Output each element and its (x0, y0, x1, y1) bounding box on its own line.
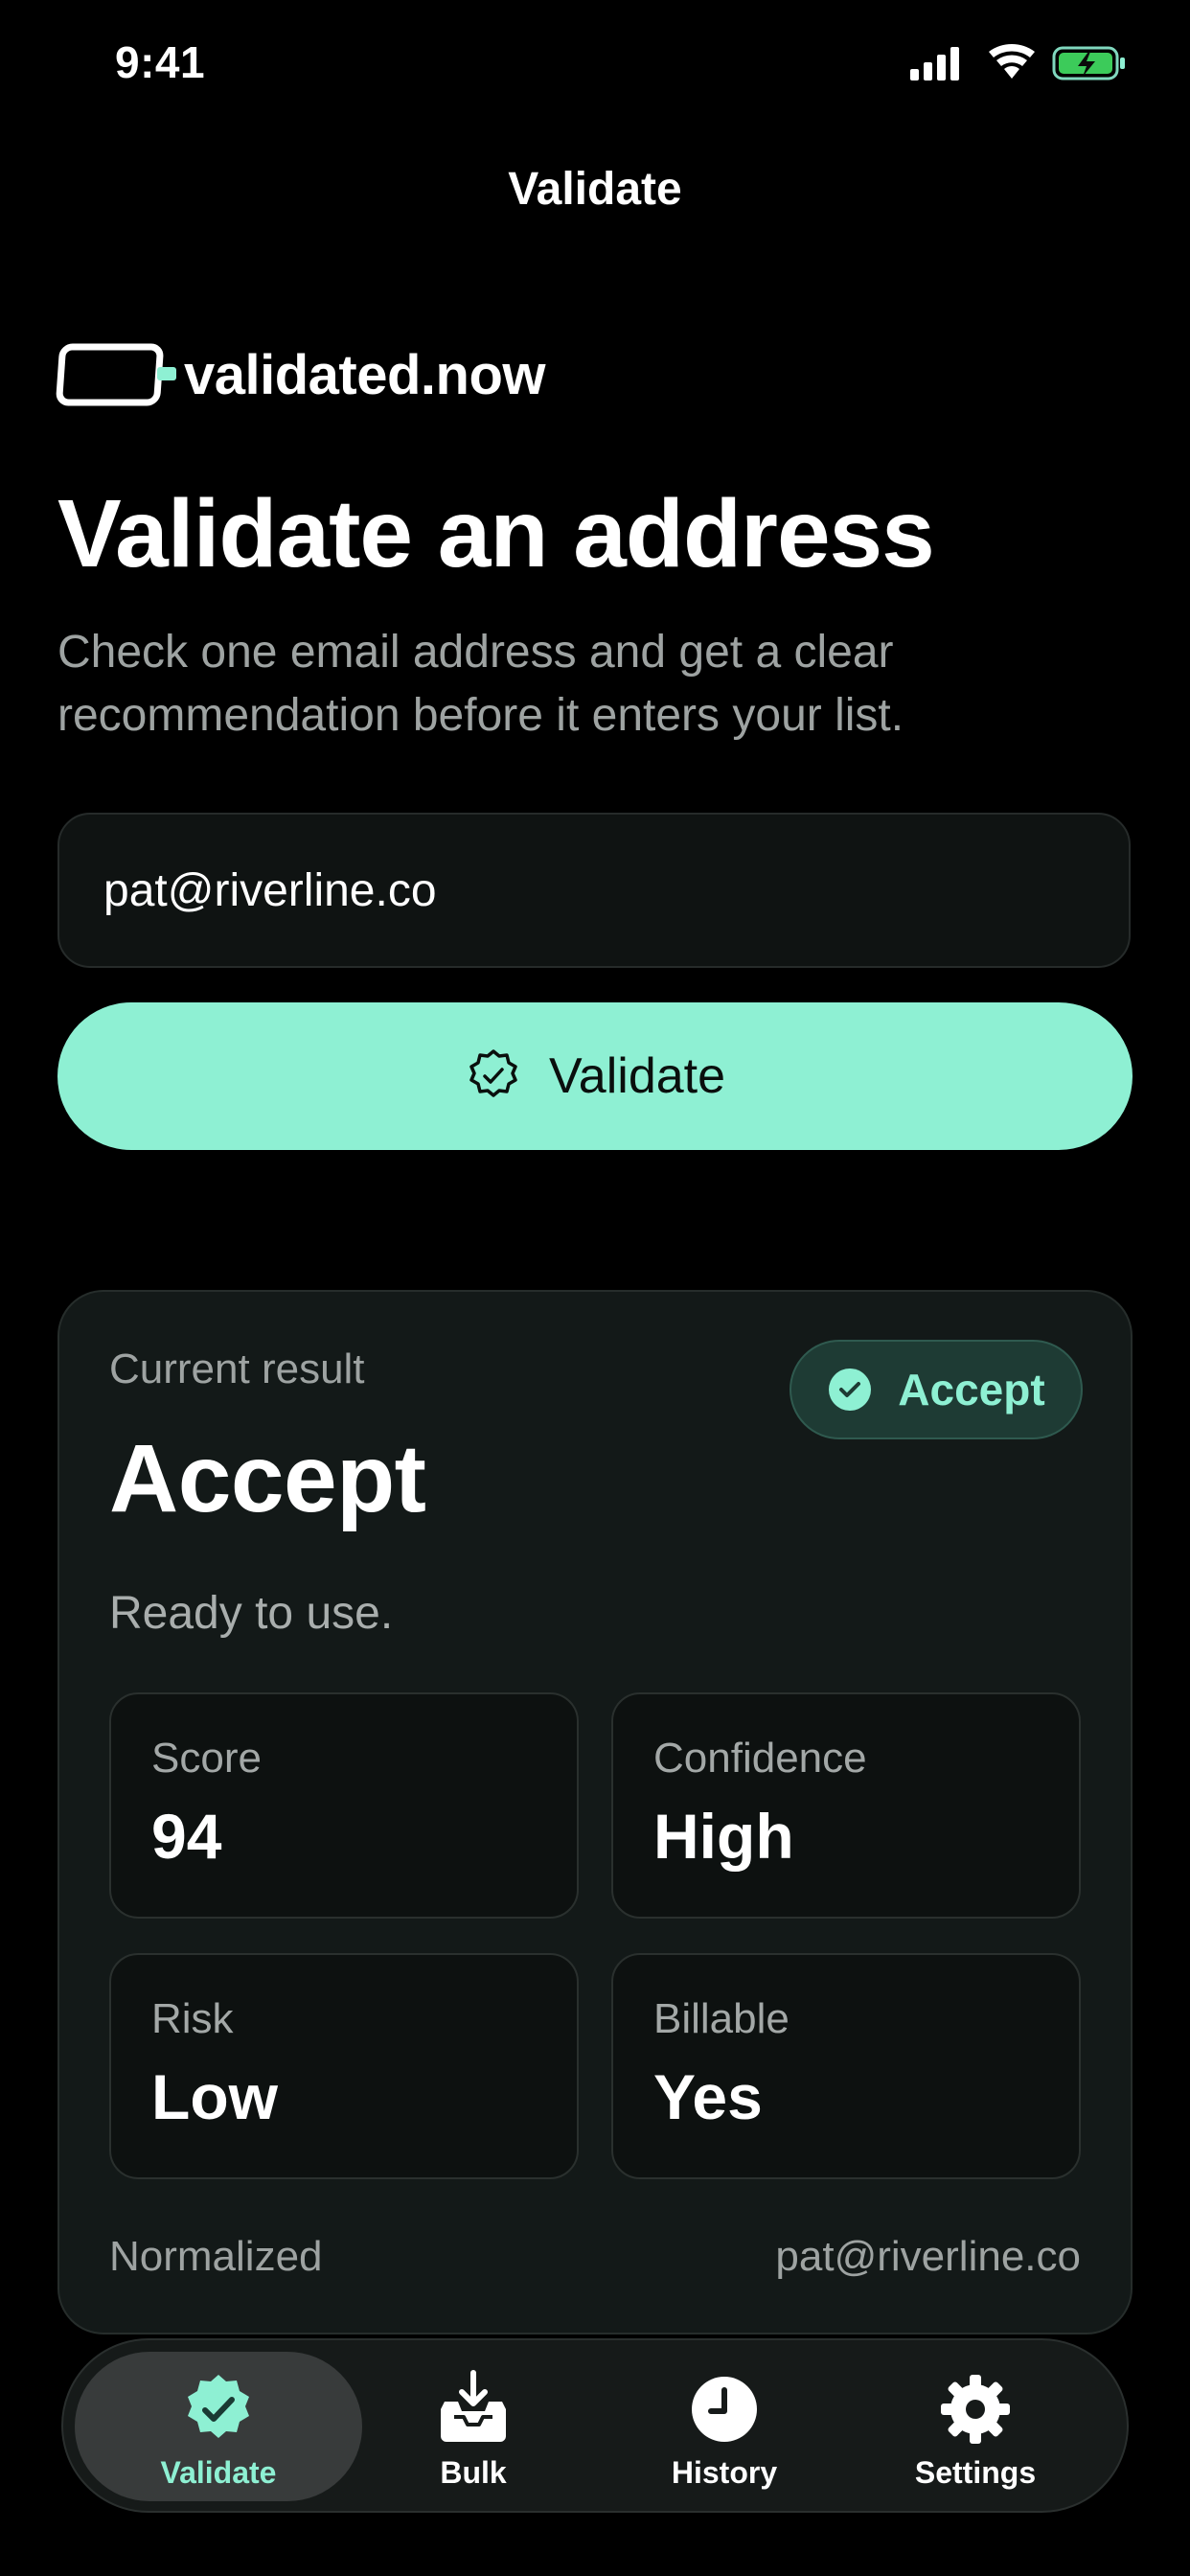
nav-title: Validate (508, 164, 682, 215)
metric-label: Confidence (653, 1735, 867, 1782)
metric-confidence: Confidence High (611, 1692, 1081, 1919)
normalized-label: Normalized (109, 2233, 323, 2280)
result-kicker: Current result (109, 1346, 365, 1392)
brand-name: validated.now (184, 343, 546, 406)
brand: validated.now (56, 341, 546, 408)
tab-label: Validate (160, 2455, 277, 2490)
metric-label: Score (151, 1735, 262, 1782)
wifi-icon (989, 44, 1035, 79)
status-icons (910, 44, 1125, 80)
verified-badge-icon (188, 2375, 249, 2438)
cellular-signal-icon (910, 47, 959, 80)
tab-settings[interactable]: Settings (832, 2352, 1119, 2501)
metric-label: Billable (653, 1995, 790, 2042)
tab-bar: Validate Bulk History Settings (61, 2338, 1129, 2513)
metric-value: 94 (151, 1801, 222, 1872)
metric-billable: Billable Yes (611, 1953, 1081, 2179)
metric-label: Risk (151, 1995, 234, 2042)
inbox-download-icon (441, 2370, 506, 2442)
validate-button[interactable]: Validate (57, 1002, 1133, 1150)
result-title: Accept (109, 1425, 426, 1532)
result-description: Ready to use. (109, 1588, 394, 1639)
brand-logo-icon (56, 343, 176, 406)
normalized-value: pat@riverline.co (775, 2233, 1081, 2280)
metric-value: High (653, 1801, 794, 1872)
check-circle-icon (829, 1368, 872, 1411)
tab-history[interactable]: History (581, 2352, 868, 2501)
status-badge-label: Accept (898, 1365, 1045, 1414)
tab-validate[interactable]: Validate (75, 2352, 362, 2501)
battery-charging-icon (1052, 46, 1125, 80)
metric-value: Low (151, 2061, 278, 2132)
tab-bulk[interactable]: Bulk (330, 2352, 617, 2501)
metric-value: Yes (653, 2061, 763, 2132)
verified-badge-icon (469, 1049, 517, 1097)
tab-label: History (671, 2455, 778, 2490)
metric-risk: Risk Low (109, 1953, 579, 2179)
validate-button-label: Validate (548, 1048, 726, 1104)
email-input[interactable] (57, 813, 1131, 968)
clock-icon (692, 2377, 757, 2442)
status-time: 9:41 (115, 37, 206, 87)
page-subtitle: Check one email address and get a clear … (57, 627, 904, 741)
metric-score: Score 94 (109, 1692, 579, 1919)
status-badge: Accept (790, 1340, 1083, 1439)
tab-label: Bulk (440, 2455, 507, 2490)
tab-label: Settings (914, 2455, 1037, 2490)
page-title: Validate an address (57, 480, 935, 587)
gear-icon (941, 2375, 1010, 2444)
